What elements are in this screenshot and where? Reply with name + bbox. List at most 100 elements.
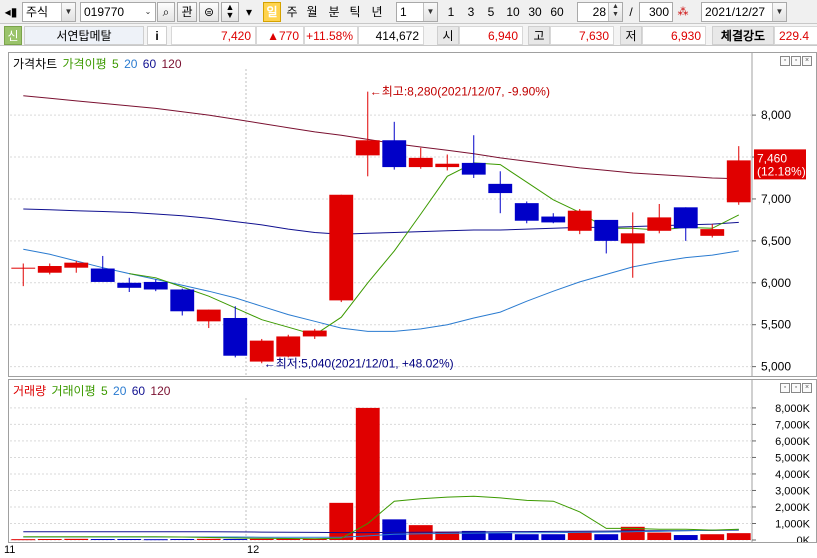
chevron-down-icon: ▼	[772, 3, 786, 21]
period-week-button[interactable]: 주	[283, 2, 301, 22]
volume-bar	[11, 539, 36, 541]
view-count-stepper[interactable]: 28 ▲ ▼	[577, 2, 623, 22]
volume-legend-ma5: 5	[100, 384, 108, 398]
volume-legend-ma: 거래이평	[51, 384, 96, 398]
quick-period-1[interactable]: 1	[443, 2, 459, 22]
candle-body	[276, 336, 301, 357]
volume-bar	[64, 538, 89, 540]
date-value: 2021/12/27	[705, 5, 766, 19]
stock-code-input[interactable]: 019770 ⌄	[80, 2, 156, 22]
price-legend-ma5: 5	[112, 57, 119, 71]
price-chart-panel[interactable]: 8,0007,5007,0006,5006,0005,5005,000←최고:8…	[8, 52, 817, 377]
market-select[interactable]: 주식 ▼	[22, 2, 76, 22]
volume-bar	[143, 539, 168, 541]
quick-period-60[interactable]: 60	[547, 2, 567, 22]
count-separator: /	[629, 5, 633, 19]
link-icon: ⊜	[203, 5, 215, 19]
maximize-icon[interactable]: ▫	[791, 56, 801, 66]
stepper-icon: ▲ ▼	[608, 3, 622, 21]
price-tick-label: 5,500	[761, 318, 791, 332]
price-legend-ma60: 60	[142, 57, 157, 71]
strength-value: 229.4	[774, 26, 817, 45]
open-price: 6,940	[459, 26, 523, 45]
volume-legend-ma60: 60	[131, 384, 146, 398]
close-icon[interactable]: ×	[802, 56, 812, 66]
period-month-button[interactable]: 월	[303, 2, 321, 22]
period-year-button[interactable]: 년	[368, 2, 386, 22]
candle-body	[302, 330, 327, 337]
volume-legend-ma120: 120	[150, 384, 171, 398]
volume-tick-label: 5,000K	[775, 452, 811, 464]
candle-body	[700, 229, 725, 236]
date-select[interactable]: 2021/12/27 ▼	[701, 2, 787, 22]
volume-bar	[567, 531, 592, 540]
candle-body	[37, 266, 62, 273]
candle-body	[408, 157, 433, 168]
chevron-down-icon: ▼	[423, 3, 437, 21]
info-button[interactable]: i	[147, 26, 167, 45]
high-price: 7,630	[550, 26, 614, 45]
candle-body	[726, 160, 751, 203]
candle-body	[594, 219, 619, 241]
period-minute-button[interactable]: 분	[325, 2, 343, 22]
period-value-select[interactable]: 1 ▼	[396, 2, 438, 22]
link-button[interactable]: ⊜	[199, 2, 219, 22]
candle-body	[329, 194, 354, 301]
minimize-icon[interactable]: ▫	[780, 56, 790, 66]
stock-name: 서연탑메탈	[24, 26, 144, 45]
ma60-line	[23, 208, 739, 235]
price-panel-controls: ▫ ▫ ×	[780, 56, 812, 66]
volume-legend: 거래량 거래이평 5 20 60 120	[13, 382, 172, 399]
search-button[interactable]: ⌕	[157, 2, 175, 22]
volume-tick-label: 6,000K	[775, 436, 811, 448]
price-tick-label: 5,000	[761, 360, 791, 374]
dropdown-arrow-icon[interactable]: ▾	[241, 2, 257, 22]
volume-bar	[249, 538, 274, 540]
period-day-button[interactable]: 일	[263, 2, 281, 22]
volume-bar	[196, 538, 221, 540]
volume-bar	[90, 539, 115, 541]
price-legend-ma: 가격이평	[62, 57, 107, 71]
total-count-input[interactable]: 300	[639, 2, 673, 22]
watch-button[interactable]: 관	[177, 2, 197, 22]
volume-tick-label: 8,000K	[775, 403, 811, 415]
volume-chart-panel[interactable]: 8,000K 7,000K 6,000K 5,000K 4,000K 3,000K 2,00…	[8, 379, 817, 543]
price-legend-ma20: 20	[124, 57, 138, 71]
close-icon[interactable]: ×	[802, 383, 812, 393]
candle-body	[170, 289, 195, 312]
quick-period-3[interactable]: 3	[463, 2, 479, 22]
price-tick-label: 8,000	[761, 108, 791, 122]
candle-body	[223, 317, 248, 356]
quick-period-5[interactable]: 5	[483, 2, 499, 22]
stepper-button[interactable]: ▲ ▼	[221, 2, 239, 22]
chart-settings-icon[interactable]: ⁂	[675, 2, 691, 22]
candle-body	[461, 162, 486, 175]
high-label: 고	[528, 26, 550, 45]
candle-body	[488, 183, 513, 194]
current-price-label: 7,460	[757, 151, 787, 165]
x-axis: 11 12	[0, 543, 817, 558]
candle-body	[196, 309, 221, 322]
chevron-down-icon: ⌄	[141, 3, 155, 21]
candle-body	[514, 203, 539, 221]
price-change-pct: +11.58%	[304, 26, 358, 45]
quick-period-10[interactable]: 10	[503, 2, 523, 22]
low-annotation: ←최저:5,040(2021/12/01, +48.02%)	[264, 356, 454, 370]
credit-badge: 신	[4, 26, 22, 45]
candle-body	[11, 267, 36, 269]
quick-period-30[interactable]: 30	[525, 2, 545, 22]
minimize-icon[interactable]: ▫	[780, 383, 790, 393]
volume-tick-label: 3,000K	[775, 485, 811, 497]
maximize-icon[interactable]: ▫	[791, 383, 801, 393]
current-price: 7,420	[171, 26, 256, 45]
volume-legend-title: 거래량	[13, 384, 47, 398]
period-tick-button[interactable]: 틱	[346, 2, 364, 22]
volume-bar	[594, 534, 619, 540]
volume-tick-label: 0K	[797, 535, 811, 542]
view-count-value: 28	[592, 5, 606, 19]
volume-bar	[726, 533, 751, 540]
volume-tick-label: 7,000K	[775, 419, 811, 431]
price-tick-label: 7,000	[761, 192, 791, 206]
panel-toggle-icon[interactable]: ◂▮	[2, 2, 20, 22]
volume-bar	[117, 539, 142, 541]
